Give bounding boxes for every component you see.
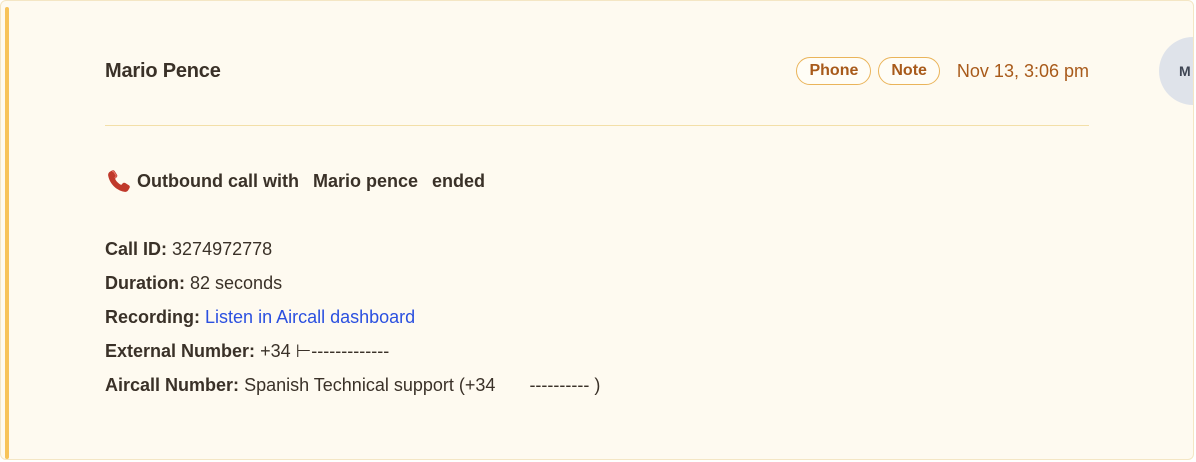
detail-value: 3274972778	[172, 239, 273, 259]
detail-row-aircall-number: Aircall Number: Spanish Technical suppor…	[105, 373, 600, 407]
detail-row-recording: Recording: Listen in Aircall dashboard	[105, 305, 600, 339]
detail-label: Recording:	[105, 307, 201, 327]
avatar[interactable]: M	[1159, 37, 1193, 105]
timestamp: Nov 13, 3:06 pm	[956, 60, 1089, 81]
detail-label: External Number:	[105, 341, 256, 361]
detail-label: Call ID:	[105, 239, 168, 259]
card-meta: Phone Note Nov 13, 3:06 pm	[796, 57, 1089, 85]
detail-value: Spanish Technical support (+34	[244, 375, 496, 395]
call-prefix: Outbound call with	[137, 170, 299, 191]
call-details: Call ID: 3274972778 Duration: 82 seconds…	[105, 237, 600, 407]
detail-label: Duration:	[105, 273, 185, 293]
recording-link[interactable]: Listen in Aircall dashboard	[205, 307, 415, 327]
tag-note[interactable]: Note	[878, 57, 940, 85]
accent-bar	[5, 7, 9, 459]
activity-card: Mario Pence Phone Note Nov 13, 3:06 pm M…	[0, 0, 1194, 460]
call-status: ended	[432, 170, 486, 191]
detail-row-external-number: External Number: +34 ⊢-------------	[105, 339, 600, 373]
card-header: Mario Pence Phone Note Nov 13, 3:06 pm	[105, 54, 1089, 88]
phone-icon	[105, 167, 133, 195]
author-name: Mario Pence	[105, 59, 221, 82]
detail-value: 82 seconds	[190, 273, 283, 293]
tag-phone[interactable]: Phone	[796, 57, 872, 85]
detail-row-duration: Duration: 82 seconds	[105, 271, 600, 305]
detail-row-call-id: Call ID: 3274972778	[105, 237, 600, 271]
call-title: Outbound call with Mario pence ended	[105, 167, 485, 195]
header-divider	[105, 125, 1089, 126]
call-contact: Mario pence	[312, 170, 419, 191]
detail-value-tail: ---------- )	[529, 375, 601, 395]
detail-value: +34 ⊢-------------	[260, 341, 390, 361]
detail-label: Aircall Number:	[105, 375, 240, 395]
